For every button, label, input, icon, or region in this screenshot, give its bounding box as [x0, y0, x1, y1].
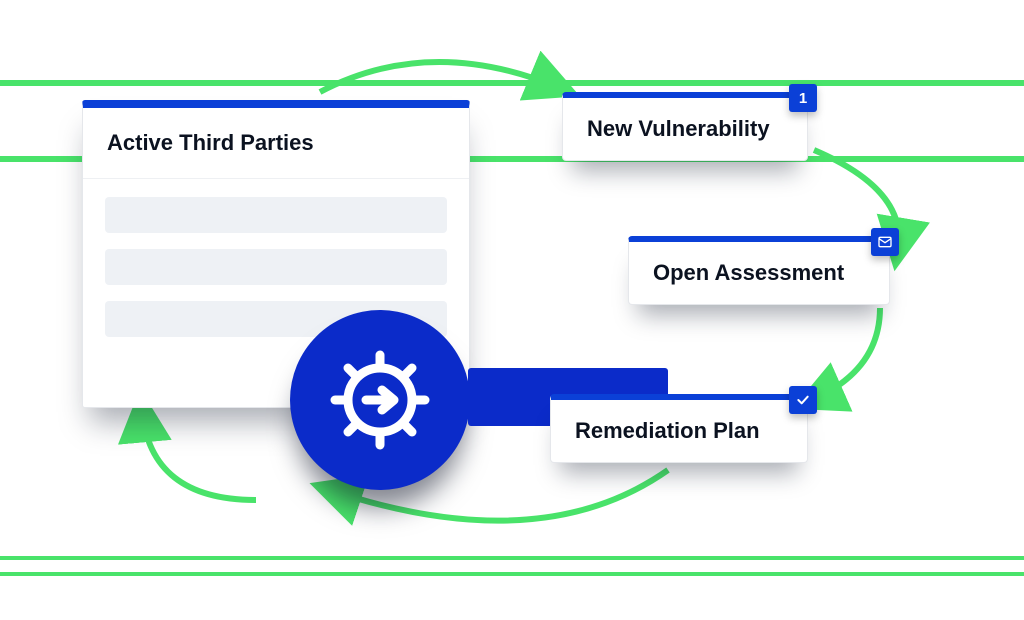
hub-circle: [290, 310, 470, 490]
step-label: Remediation Plan: [575, 418, 760, 443]
gear-arrow-icon: [330, 350, 430, 450]
decorative-line: [0, 80, 1024, 86]
notification-badge: 1: [789, 84, 817, 112]
mail-icon: [877, 234, 893, 250]
check-icon: [795, 392, 811, 408]
decorative-line: [0, 556, 1024, 560]
mail-badge: [871, 228, 899, 256]
step-open-assessment: Open Assessment: [628, 236, 890, 305]
badge-count: 1: [799, 90, 807, 107]
step-remediation-plan: Remediation Plan: [550, 394, 808, 463]
list-item: [105, 197, 447, 233]
step-new-vulnerability: New Vulnerability 1: [562, 92, 808, 161]
step-label: Open Assessment: [653, 260, 844, 285]
step-label: New Vulnerability: [587, 116, 770, 141]
list-item: [105, 249, 447, 285]
panel-title: Active Third Parties: [83, 108, 469, 179]
check-badge: [789, 386, 817, 414]
decorative-line: [0, 572, 1024, 576]
